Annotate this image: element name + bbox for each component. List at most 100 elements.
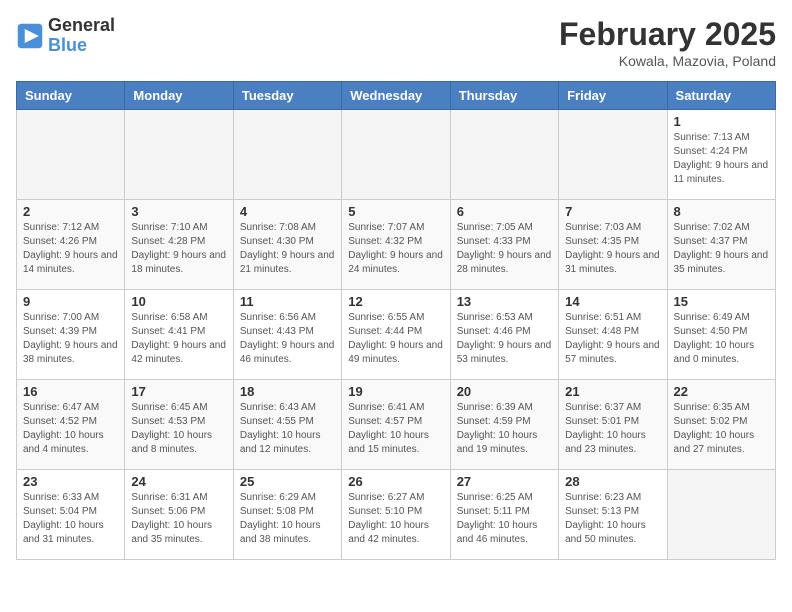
calendar-subtitle: Kowala, Mazovia, Poland (559, 53, 776, 69)
day-cell: 21Sunrise: 6:37 AM Sunset: 5:01 PM Dayli… (559, 380, 667, 470)
day-cell: 19 Sunrise: 6:41 AM Sunset: 4:57 PM Dayli… (342, 380, 450, 470)
day-number: 15 (674, 294, 769, 309)
day-number: 7 (565, 204, 660, 219)
day-cell (125, 110, 233, 200)
day-cell: 23 Sunrise: 6:33 AM Sunset: 5:04 PM Dayli… (17, 470, 125, 560)
day-number: 25 (240, 474, 335, 489)
day-info: Sunrise: 7:00 AM Sunset: 4:39 PM Dayligh… (23, 311, 118, 367)
day-number: 9 (23, 294, 118, 309)
week-row-1: 1 Sunrise: 7:13 AM Sunset: 4:24 PM Daylig… (17, 110, 776, 200)
day-cell: 24Sunrise: 6:31 AM Sunset: 5:06 PM Dayli… (125, 470, 233, 560)
day-info: Sunrise: 6:33 AM Sunset: 5:04 PM Dayligh… (23, 491, 118, 547)
day-cell: 5 Sunrise: 7:07 AM Sunset: 4:32 PM Daylig… (342, 200, 450, 290)
day-cell: 9 Sunrise: 7:00 AM Sunset: 4:39 PM Daylig… (17, 290, 125, 380)
column-header-tuesday: Tuesday (233, 82, 341, 110)
day-number: 1 (674, 114, 769, 129)
day-info: Sunrise: 6:23 AM Sunset: 5:13 PM Dayligh… (565, 491, 660, 547)
day-cell (17, 110, 125, 200)
day-number: 20 (457, 384, 552, 399)
day-number: 23 (23, 474, 118, 489)
day-cell: 28 Sunrise: 6:23 AM Sunset: 5:13 PM Dayli… (559, 470, 667, 560)
logo-text: General Blue (48, 16, 115, 56)
day-info: Sunrise: 6:29 AM Sunset: 5:08 PM Dayligh… (240, 491, 335, 547)
day-number: 4 (240, 204, 335, 219)
day-cell: 14Sunrise: 6:51 AM Sunset: 4:48 PM Dayli… (559, 290, 667, 380)
day-cell: 20 Sunrise: 6:39 AM Sunset: 4:59 PM Dayli… (450, 380, 558, 470)
day-number: 13 (457, 294, 552, 309)
day-info: Sunrise: 6:53 AM Sunset: 4:46 PM Dayligh… (457, 311, 552, 367)
day-cell: 15 Sunrise: 6:49 AM Sunset: 4:50 PM Dayli… (667, 290, 775, 380)
day-number: 5 (348, 204, 443, 219)
day-info: Sunrise: 6:43 AM Sunset: 4:55 PM Dayligh… (240, 401, 335, 457)
day-info: Sunrise: 7:10 AM Sunset: 4:28 PM Dayligh… (131, 221, 226, 277)
week-row-4: 16Sunrise: 6:47 AM Sunset: 4:52 PM Dayli… (17, 380, 776, 470)
day-info: Sunrise: 6:51 AM Sunset: 4:48 PM Dayligh… (565, 311, 660, 367)
day-number: 28 (565, 474, 660, 489)
day-number: 18 (240, 384, 335, 399)
day-cell: 26 Sunrise: 6:27 AM Sunset: 5:10 PM Dayli… (342, 470, 450, 560)
day-info: Sunrise: 7:07 AM Sunset: 4:32 PM Dayligh… (348, 221, 443, 277)
day-number: 22 (674, 384, 769, 399)
day-number: 8 (674, 204, 769, 219)
day-info: Sunrise: 7:13 AM Sunset: 4:24 PM Dayligh… (674, 131, 769, 187)
title-section: February 2025 Kowala, Mazovia, Poland (559, 16, 776, 69)
logo: General Blue (16, 16, 115, 56)
day-cell: 4 Sunrise: 7:08 AM Sunset: 4:30 PM Daylig… (233, 200, 341, 290)
day-number: 3 (131, 204, 226, 219)
day-info: Sunrise: 7:03 AM Sunset: 4:35 PM Dayligh… (565, 221, 660, 277)
day-cell: 12 Sunrise: 6:55 AM Sunset: 4:44 PM Dayli… (342, 290, 450, 380)
day-info: Sunrise: 6:27 AM Sunset: 5:10 PM Dayligh… (348, 491, 443, 547)
day-info: Sunrise: 6:25 AM Sunset: 5:11 PM Dayligh… (457, 491, 552, 547)
calendar-table: SundayMondayTuesdayWednesdayThursdayFrid… (16, 81, 776, 560)
day-cell: 1 Sunrise: 7:13 AM Sunset: 4:24 PM Daylig… (667, 110, 775, 200)
day-number: 12 (348, 294, 443, 309)
day-number: 17 (131, 384, 226, 399)
day-cell (342, 110, 450, 200)
day-info: Sunrise: 6:49 AM Sunset: 4:50 PM Dayligh… (674, 311, 769, 367)
calendar-title: February 2025 (559, 16, 776, 53)
day-number: 11 (240, 294, 335, 309)
day-cell (233, 110, 341, 200)
day-number: 19 (348, 384, 443, 399)
day-number: 6 (457, 204, 552, 219)
day-cell: 18 Sunrise: 6:43 AM Sunset: 4:55 PM Dayli… (233, 380, 341, 470)
day-info: Sunrise: 6:41 AM Sunset: 4:57 PM Dayligh… (348, 401, 443, 457)
day-info: Sunrise: 6:55 AM Sunset: 4:44 PM Dayligh… (348, 311, 443, 367)
day-info: Sunrise: 6:37 AM Sunset: 5:01 PM Dayligh… (565, 401, 660, 457)
calendar-header-row: SundayMondayTuesdayWednesdayThursdayFrid… (17, 82, 776, 110)
day-info: Sunrise: 7:02 AM Sunset: 4:37 PM Dayligh… (674, 221, 769, 277)
day-number: 24 (131, 474, 226, 489)
day-cell: 2Sunrise: 7:12 AM Sunset: 4:26 PM Daylig… (17, 200, 125, 290)
day-cell: 6Sunrise: 7:05 AM Sunset: 4:33 PM Daylig… (450, 200, 558, 290)
day-info: Sunrise: 7:08 AM Sunset: 4:30 PM Dayligh… (240, 221, 335, 277)
week-row-3: 9 Sunrise: 7:00 AM Sunset: 4:39 PM Daylig… (17, 290, 776, 380)
week-row-2: 2Sunrise: 7:12 AM Sunset: 4:26 PM Daylig… (17, 200, 776, 290)
day-info: Sunrise: 7:12 AM Sunset: 4:26 PM Dayligh… (23, 221, 118, 277)
day-cell (559, 110, 667, 200)
day-cell: 13 Sunrise: 6:53 AM Sunset: 4:46 PM Dayli… (450, 290, 558, 380)
column-header-monday: Monday (125, 82, 233, 110)
day-info: Sunrise: 6:56 AM Sunset: 4:43 PM Dayligh… (240, 311, 335, 367)
day-cell (667, 470, 775, 560)
day-cell: 11 Sunrise: 6:56 AM Sunset: 4:43 PM Dayli… (233, 290, 341, 380)
day-cell (450, 110, 558, 200)
day-info: Sunrise: 6:35 AM Sunset: 5:02 PM Dayligh… (674, 401, 769, 457)
page-header: General Blue February 2025 Kowala, Mazov… (16, 16, 776, 69)
day-info: Sunrise: 6:58 AM Sunset: 4:41 PM Dayligh… (131, 311, 226, 367)
day-number: 26 (348, 474, 443, 489)
column-header-thursday: Thursday (450, 82, 558, 110)
day-number: 10 (131, 294, 226, 309)
day-cell: 3 Sunrise: 7:10 AM Sunset: 4:28 PM Daylig… (125, 200, 233, 290)
week-row-5: 23 Sunrise: 6:33 AM Sunset: 5:04 PM Dayli… (17, 470, 776, 560)
day-cell: 22 Sunrise: 6:35 AM Sunset: 5:02 PM Dayli… (667, 380, 775, 470)
column-header-saturday: Saturday (667, 82, 775, 110)
day-cell: 27 Sunrise: 6:25 AM Sunset: 5:11 PM Dayli… (450, 470, 558, 560)
day-number: 16 (23, 384, 118, 399)
day-cell: 8 Sunrise: 7:02 AM Sunset: 4:37 PM Daylig… (667, 200, 775, 290)
day-cell: 16Sunrise: 6:47 AM Sunset: 4:52 PM Dayli… (17, 380, 125, 470)
day-cell: 25 Sunrise: 6:29 AM Sunset: 5:08 PM Dayli… (233, 470, 341, 560)
day-number: 27 (457, 474, 552, 489)
logo-blue-text: Blue (48, 35, 87, 55)
day-info: Sunrise: 6:39 AM Sunset: 4:59 PM Dayligh… (457, 401, 552, 457)
logo-general-text: General (48, 15, 115, 35)
